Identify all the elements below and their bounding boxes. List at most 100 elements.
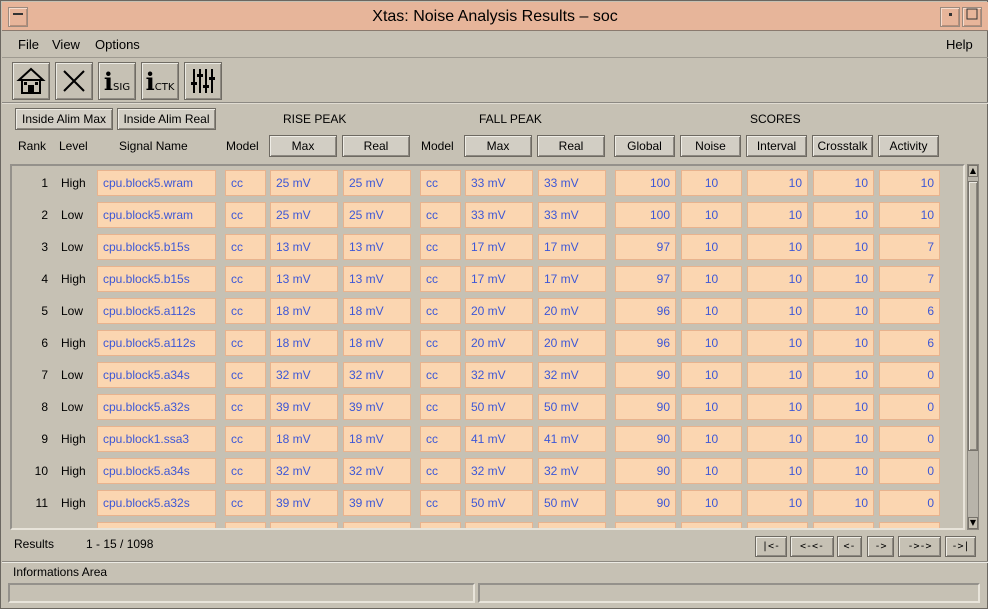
fall-real-cell[interactable]: 33 mV bbox=[538, 202, 606, 228]
rise-real-cell[interactable]: 18 mV bbox=[343, 298, 411, 324]
global-score-cell[interactable]: 90 bbox=[615, 362, 676, 388]
rise-model-cell[interactable]: cc bbox=[225, 362, 266, 388]
crosstalk-score-cell[interactable]: 10 bbox=[813, 426, 874, 452]
crosstalk-score-cell[interactable]: 10 bbox=[813, 170, 874, 196]
table-row[interactable]: 10 High cpu.block5.a34s cc 32 mV 32 mV cc 32 mV… bbox=[12, 454, 963, 486]
fall-max-cell[interactable]: 41 mV bbox=[465, 426, 533, 452]
signal-name-cell[interactable]: cpu.block5.a112s bbox=[97, 298, 216, 324]
rise-model-cell[interactable]: cc bbox=[225, 394, 266, 420]
interval-score-cell[interactable]: 10 bbox=[747, 362, 808, 388]
rise-max-cell[interactable]: 13 mV bbox=[270, 266, 338, 292]
interval-score-cell[interactable]: 10 bbox=[747, 234, 808, 260]
rise-real-cell[interactable]: 13 mV bbox=[343, 234, 411, 260]
crosstalk-score-cell[interactable]: 10 bbox=[813, 490, 874, 516]
rise-model-cell[interactable]: cc bbox=[225, 426, 266, 452]
table-row[interactable]: 5 Low cpu.block5.a112s cc 18 mV 18 mV cc 20 mV 2… bbox=[12, 294, 963, 326]
crosstalk-score-cell[interactable]: 10 bbox=[813, 330, 874, 356]
fall-real-cell[interactable]: 33 mV bbox=[538, 170, 606, 196]
rise-max-cell[interactable]: 32 mV bbox=[270, 458, 338, 484]
rise-max-cell[interactable]: 18 mV bbox=[270, 298, 338, 324]
signal-name-cell[interactable]: cpu.block5.a32s bbox=[97, 490, 216, 516]
signal-name-cell[interactable]: cpu.block5.a34s bbox=[97, 362, 216, 388]
interval-score-cell[interactable]: 10 bbox=[747, 202, 808, 228]
rise-max-cell[interactable]: 32 mV bbox=[270, 362, 338, 388]
crosstalk-info-button[interactable]: iCTK bbox=[141, 62, 179, 100]
interval-score-cell[interactable]: 10 bbox=[747, 330, 808, 356]
crosstalk-score-cell[interactable]: 10 bbox=[813, 202, 874, 228]
rise-max-cell[interactable]: 18 mV bbox=[270, 426, 338, 452]
fall-model-cell[interactable]: cc bbox=[420, 458, 461, 484]
fall-real-cell[interactable]: 20 mV bbox=[538, 298, 606, 324]
noise-score-cell[interactable]: 10 bbox=[681, 394, 742, 420]
fall-model-cell[interactable]: cc bbox=[420, 490, 461, 516]
fall-max-cell[interactable]: 32 mV bbox=[465, 458, 533, 484]
noise-score-cell[interactable]: 10 bbox=[681, 490, 742, 516]
interval-score-cell[interactable]: 10 bbox=[747, 170, 808, 196]
rise-model-cell[interactable]: cc bbox=[225, 298, 266, 324]
rise-max-cell[interactable]: 39 mV bbox=[270, 394, 338, 420]
global-score-cell[interactable]: 90 bbox=[615, 490, 676, 516]
crosstalk-score-cell[interactable]: 10 bbox=[813, 298, 874, 324]
rise-real-cell[interactable]: 13 mV bbox=[343, 266, 411, 292]
activity-score-cell[interactable]: 6 bbox=[879, 330, 940, 356]
scroll-thumb[interactable] bbox=[968, 181, 978, 451]
fall-real-cell[interactable]: 32 mV bbox=[538, 458, 606, 484]
interval-score-cell[interactable]: 10 bbox=[747, 298, 808, 324]
fall-model-cell[interactable]: cc bbox=[420, 234, 461, 260]
fall-real-cell[interactable]: 17 mV bbox=[538, 234, 606, 260]
signal-name-cell[interactable]: cpu.block1.ssa3 bbox=[97, 426, 216, 452]
activity-score-cell[interactable]: 0 bbox=[879, 458, 940, 484]
rise-model-cell[interactable]: cc bbox=[225, 490, 266, 516]
table-row[interactable]: 7 Low cpu.block5.a34s cc 32 mV 32 mV cc 32 mV 32… bbox=[12, 358, 963, 390]
global-score-cell[interactable]: 97 bbox=[615, 234, 676, 260]
table-row[interactable]: 4 High cpu.block5.b15s cc 13 mV 13 mV cc 17 mV 1… bbox=[12, 262, 963, 294]
fall-max-cell[interactable]: 20 mV bbox=[465, 298, 533, 324]
rise-real-cell[interactable]: 32 mV bbox=[343, 362, 411, 388]
crosstalk-score-cell[interactable]: 10 bbox=[813, 234, 874, 260]
sliders-button[interactable] bbox=[184, 62, 222, 100]
menu-options[interactable]: Options bbox=[95, 37, 140, 52]
fall-model-cell[interactable]: cc bbox=[420, 266, 461, 292]
last-page-button[interactable]: ->| bbox=[945, 536, 976, 557]
rise-model-cell[interactable]: cc bbox=[225, 170, 266, 196]
interval-score-cell[interactable]: 10 bbox=[747, 458, 808, 484]
fall-real-cell[interactable]: 41 mV bbox=[538, 426, 606, 452]
noise-sort-button[interactable]: Noise bbox=[680, 135, 741, 157]
crosstalk-score-cell[interactable]: 10 bbox=[813, 266, 874, 292]
fall-real-cell[interactable]: 17 mV bbox=[538, 266, 606, 292]
activity-score-cell[interactable]: 0 bbox=[879, 426, 940, 452]
noise-score-cell[interactable]: 10 bbox=[681, 266, 742, 292]
fall-real-cell[interactable]: 32 mV bbox=[538, 362, 606, 388]
fall-model-cell[interactable]: cc bbox=[420, 330, 461, 356]
activity-score-cell[interactable]: 10 bbox=[879, 202, 940, 228]
scroll-down-arrow-icon[interactable]: ▼ bbox=[968, 517, 978, 529]
rise-real-cell[interactable]: 39 mV bbox=[343, 490, 411, 516]
rise-max-cell[interactable]: 18 mV bbox=[270, 330, 338, 356]
home-button[interactable] bbox=[12, 62, 50, 100]
previous-page-button[interactable]: <-<- bbox=[790, 536, 834, 557]
rise-model-cell[interactable]: cc bbox=[225, 266, 266, 292]
fall-max-sort-button[interactable]: Max bbox=[464, 135, 532, 157]
table-row[interactable]: 3 Low cpu.block5.b15s cc 13 mV 13 mV cc 17 mV 17… bbox=[12, 230, 963, 262]
interval-sort-button[interactable]: Interval bbox=[746, 135, 807, 157]
title-bar[interactable]: Xtas: Noise Analysis Results – soc bbox=[2, 2, 988, 31]
rise-real-cell[interactable]: 18 mV bbox=[343, 330, 411, 356]
global-score-cell[interactable]: 96 bbox=[615, 330, 676, 356]
activity-sort-button[interactable]: Activity bbox=[878, 135, 939, 157]
fall-max-cell[interactable]: 17 mV bbox=[465, 234, 533, 260]
rise-model-cell[interactable]: cc bbox=[225, 330, 266, 356]
noise-score-cell[interactable]: 10 bbox=[681, 426, 742, 452]
rise-model-cell[interactable]: cc bbox=[225, 458, 266, 484]
fall-real-cell[interactable]: 50 mV bbox=[538, 490, 606, 516]
global-score-cell[interactable]: 100 bbox=[615, 202, 676, 228]
activity-score-cell[interactable]: 10 bbox=[879, 170, 940, 196]
rise-max-cell[interactable]: 13 mV bbox=[270, 234, 338, 260]
signal-name-cell[interactable]: cpu.block5.wram bbox=[97, 202, 216, 228]
fall-model-cell[interactable]: cc bbox=[420, 394, 461, 420]
menu-help[interactable]: Help bbox=[946, 37, 973, 52]
noise-score-cell[interactable]: 10 bbox=[681, 234, 742, 260]
global-sort-button[interactable]: Global bbox=[614, 135, 675, 157]
signal-name-cell[interactable]: cpu.block5.a32s bbox=[97, 394, 216, 420]
table-row[interactable]: 11 High cpu.block5.a32s cc 39 mV 39 mV cc 50 mV… bbox=[12, 486, 963, 518]
global-score-cell[interactable]: 90 bbox=[615, 426, 676, 452]
